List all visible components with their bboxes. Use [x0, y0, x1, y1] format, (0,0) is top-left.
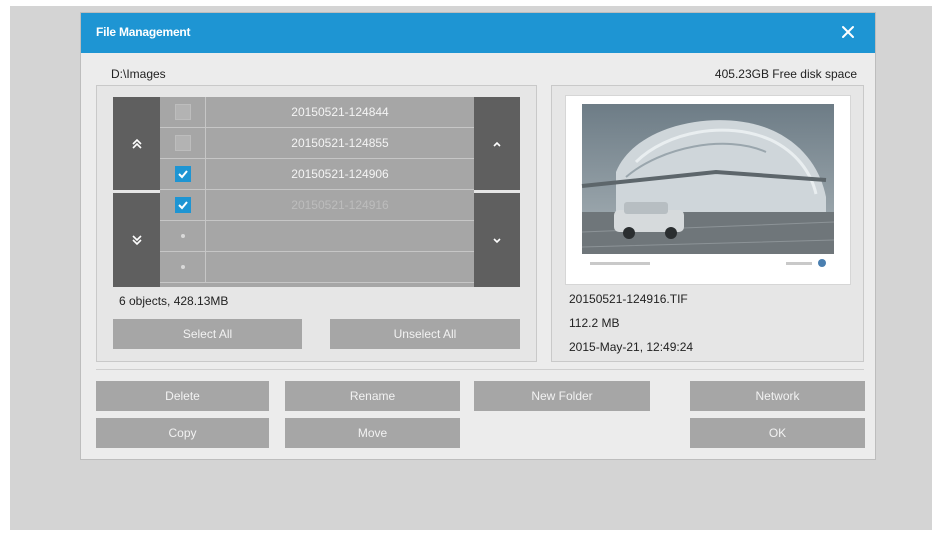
- file-checkbox[interactable]: [175, 135, 191, 151]
- double-chevron-down-icon: [131, 235, 142, 246]
- divider: [96, 369, 864, 370]
- copy-button[interactable]: Copy: [96, 418, 269, 448]
- rename-button[interactable]: Rename: [285, 381, 460, 411]
- network-button[interactable]: Network: [690, 381, 865, 411]
- file-name: 20150521-124844: [291, 105, 389, 119]
- ok-button[interactable]: OK: [690, 418, 865, 448]
- file-name: 20150521-124916: [291, 198, 389, 212]
- title-bar: File Management: [81, 13, 875, 53]
- list-item[interactable]: 20150521-124906: [160, 159, 474, 190]
- new-folder-button[interactable]: New Folder: [474, 381, 650, 411]
- checkbox-cell: [160, 252, 206, 282]
- checkbox-cell: [160, 221, 206, 251]
- preview-date: 2015-May-21, 12:49:24: [569, 340, 694, 354]
- move-button[interactable]: Move: [285, 418, 460, 448]
- dialog-title: File Management: [96, 25, 191, 39]
- double-chevron-up-icon: [131, 138, 142, 149]
- selection-summary: 6 objects, 428.13MB: [119, 294, 229, 308]
- checkbox-cell: [160, 190, 206, 220]
- preview-thumbnail: [576, 102, 840, 276]
- scroll-down-button[interactable]: [474, 193, 520, 287]
- delete-button[interactable]: Delete: [96, 381, 269, 411]
- file-management-dialog: File Management D:\Images 405.23GB Free …: [80, 12, 876, 460]
- scroll-up-button[interactable]: [474, 97, 520, 190]
- select-all-button[interactable]: Select All: [113, 319, 302, 349]
- empty-slot-dot: [181, 265, 185, 269]
- file-checkbox[interactable]: [175, 104, 191, 120]
- unselect-all-button[interactable]: Unselect All: [330, 319, 520, 349]
- close-button[interactable]: [835, 19, 861, 45]
- checkmark-icon: [178, 170, 188, 179]
- file-name: 20150521-124855: [291, 136, 389, 150]
- checkbox-cell: [160, 128, 206, 158]
- file-name: [206, 221, 474, 251]
- file-checkbox[interactable]: [175, 166, 191, 182]
- preview-panel: 20150521-124916.TIF 112.2 MB 2015-May-21…: [551, 85, 864, 362]
- file-list: 20150521-124844 20150521-124855 20150521…: [160, 97, 474, 287]
- close-icon: [842, 26, 854, 38]
- file-name: 20150521-124906: [291, 167, 389, 181]
- list-item[interactable]: 20150521-124855: [160, 128, 474, 159]
- preview-filename: 20150521-124916.TIF: [569, 292, 688, 306]
- list-item[interactable]: 20150521-124844: [160, 97, 474, 128]
- chevron-up-icon: [493, 141, 501, 147]
- image-preview: [565, 95, 851, 285]
- chevron-down-icon: [493, 238, 501, 244]
- list-item-selected[interactable]: 20150521-124916: [160, 190, 474, 221]
- free-disk-space: 405.23GB Free disk space: [714, 67, 857, 81]
- list-item[interactable]: [160, 221, 474, 252]
- checkbox-cell: [160, 159, 206, 189]
- preview-filesize: 112.2 MB: [569, 316, 620, 330]
- file-name: [206, 252, 474, 282]
- checkmark-icon: [178, 201, 188, 210]
- page-up-button[interactable]: [113, 97, 160, 190]
- page-down-button[interactable]: [113, 193, 160, 287]
- checkbox-cell: [160, 97, 206, 127]
- list-item[interactable]: [160, 252, 474, 283]
- empty-slot-dot: [181, 234, 185, 238]
- file-list-panel: 20150521-124844 20150521-124855 20150521…: [96, 85, 537, 362]
- file-checkbox[interactable]: [175, 197, 191, 213]
- current-path: D:\Images: [111, 67, 166, 81]
